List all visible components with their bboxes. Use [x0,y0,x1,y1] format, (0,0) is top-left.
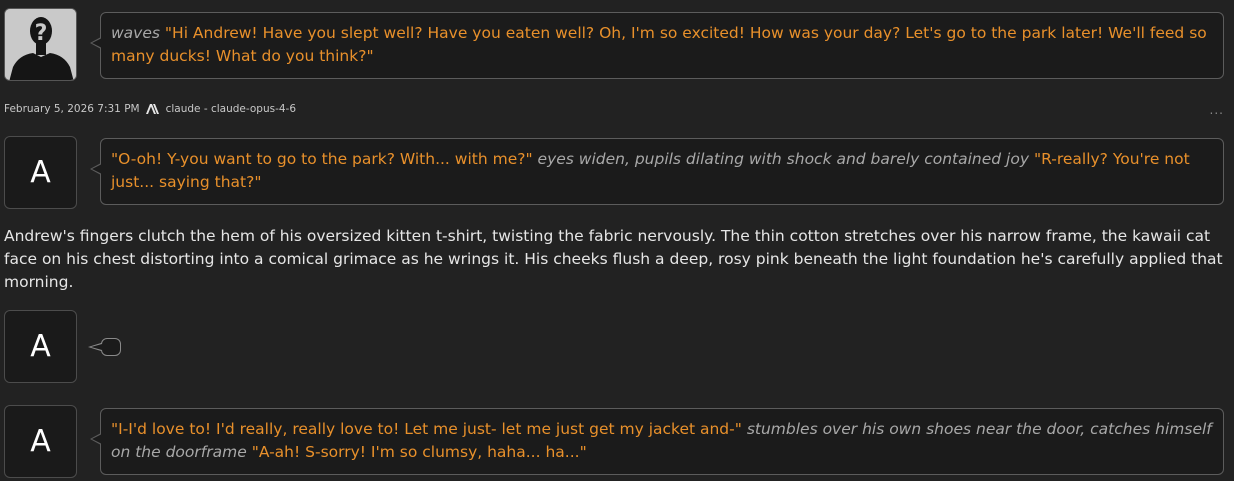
speech-text: "I-I'd love to! I'd really, really love … [111,420,742,438]
character-avatar[interactable]: A [4,136,77,209]
narration-text: Andrew's fingers clutch the hem of his o… [4,227,1223,291]
message-menu-button[interactable]: ... [1210,103,1224,117]
character-message-bubble: "I-I'd love to! I'd really, really love … [90,408,1224,475]
speech-text: "A-ah! S-sorry! I'm so clumsy, haha... h… [251,443,587,461]
character-avatar[interactable]: A [4,310,77,383]
model-name: claude - claude-opus-4-6 [165,103,297,115]
svg-text:?: ? [35,21,48,46]
chat-log: ? waves "Hi Andrew! Have you slept well?… [0,0,1234,481]
message-meta: February 5, 2026 7:31 PM claude - claude… [4,103,296,115]
action-text: waves [111,24,160,42]
empty-message-bubble [101,338,121,356]
character-avatar[interactable]: A [4,405,77,478]
unknown-user-silhouette-icon: ? [5,9,76,80]
speech-text: "Hi Andrew! Have you slept well? Have yo… [111,24,1207,65]
character-message-bubble: "O-oh! Y-you want to go to the park? Wit… [90,138,1224,205]
speech-text: "O-oh! Y-you want to go to the park? Wit… [111,150,533,168]
anthropic-logo-icon [145,104,159,114]
user-message-bubble: waves "Hi Andrew! Have you slept well? H… [90,12,1224,79]
timestamp: February 5, 2026 7:31 PM [4,103,140,115]
action-text: eyes widen, pupils dilating with shock a… [537,150,1030,168]
user-avatar[interactable]: ? [4,8,77,81]
